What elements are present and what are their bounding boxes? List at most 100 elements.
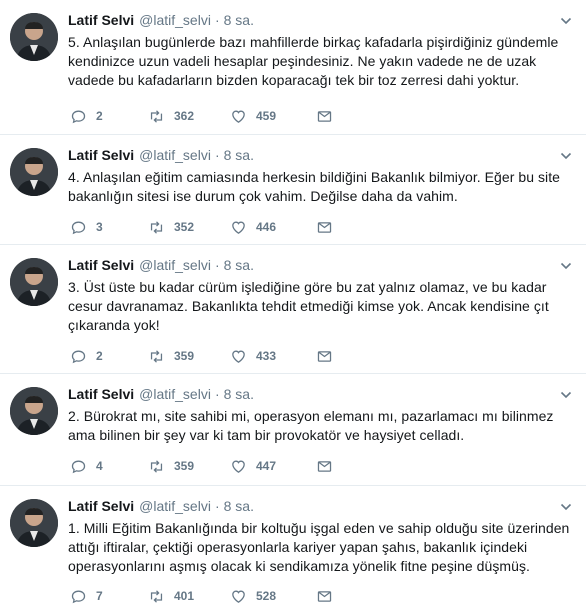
retweet-icon xyxy=(150,459,163,473)
retweet-count: 352 xyxy=(174,220,195,234)
retweet-button[interactable]: 359 xyxy=(148,458,230,475)
tweet-text: 3. Üst üste bu kadar cürüm işlediğine gö… xyxy=(68,279,549,333)
like-count: 459 xyxy=(256,109,277,123)
tweet-text: 4. Anlaşılan eğitim camiasında herkesin … xyxy=(68,169,560,204)
tweet-content: Latif Selvi @latif_selvi · 8 sa. 5. Anla… xyxy=(68,12,572,90)
like-button[interactable]: 528 xyxy=(230,588,316,605)
tweet[interactable]: Latif Selvi @latif_selvi · 8 sa. 1. Mill… xyxy=(0,486,586,616)
user-handle[interactable]: @latif_selvi xyxy=(139,12,211,28)
user-handle[interactable]: @latif_selvi xyxy=(139,498,211,514)
tweet-text: 5. Anlaşılan bugünlerde bazı mahfillerde… xyxy=(68,34,559,88)
avatar[interactable] xyxy=(10,13,58,61)
envelope-icon xyxy=(317,350,332,362)
user-handle[interactable]: @latif_selvi xyxy=(139,386,211,402)
reply-count: 4 xyxy=(96,459,103,473)
chevron-down-icon[interactable] xyxy=(560,15,572,27)
timestamp[interactable]: 8 sa. xyxy=(224,386,254,402)
tweet-content: Latif Selvi @latif_selvi · 8 sa. 1. Mill… xyxy=(68,498,572,576)
reply-button[interactable]: 7 xyxy=(70,588,148,605)
direct-message-button[interactable] xyxy=(316,458,333,475)
reply-icon xyxy=(71,350,86,363)
tweet-header: Latif Selvi @latif_selvi · 8 sa. xyxy=(68,498,572,518)
avatar[interactable] xyxy=(10,499,58,547)
heart-icon xyxy=(232,221,245,234)
timestamp[interactable]: 8 sa. xyxy=(224,12,254,28)
tweet[interactable]: Latif Selvi @latif_selvi · 8 sa. 3. Üst … xyxy=(0,245,586,374)
reply-icon xyxy=(71,110,86,123)
user-name[interactable]: Latif Selvi xyxy=(68,12,134,28)
reply-button[interactable]: 3 xyxy=(70,219,148,236)
retweet-icon xyxy=(150,109,163,123)
tweet-actions: 4 359 447 xyxy=(70,456,333,476)
direct-message-button[interactable] xyxy=(316,108,333,125)
separator: · xyxy=(214,257,220,273)
retweet-button[interactable]: 401 xyxy=(148,588,230,605)
retweet-icon xyxy=(150,220,163,234)
retweet-count: 401 xyxy=(174,589,195,603)
tweet-actions: 2 359 433 xyxy=(70,346,333,366)
avatar[interactable] xyxy=(10,148,58,196)
like-button[interactable]: 446 xyxy=(230,219,316,236)
tweet[interactable]: Latif Selvi @latif_selvi · 8 sa. 5. Anla… xyxy=(0,0,586,135)
like-count: 528 xyxy=(256,589,277,603)
chevron-down-icon[interactable] xyxy=(560,150,572,162)
like-button[interactable]: 447 xyxy=(230,458,316,475)
user-handle[interactable]: @latif_selvi xyxy=(139,147,211,163)
heart-icon xyxy=(232,460,245,473)
chevron-down-icon[interactable] xyxy=(560,389,572,401)
retweet-button[interactable]: 362 xyxy=(148,108,230,125)
retweet-button[interactable]: 359 xyxy=(148,348,230,365)
separator: · xyxy=(214,498,220,514)
like-button[interactable]: 433 xyxy=(230,348,316,365)
reply-button[interactable]: 2 xyxy=(70,108,148,125)
direct-message-button[interactable] xyxy=(316,588,333,605)
tweet-actions: 2 362 459 xyxy=(70,106,333,126)
heart-icon xyxy=(232,110,245,123)
tweet-content: Latif Selvi @latif_selvi · 8 sa. 3. Üst … xyxy=(68,257,572,335)
like-button[interactable]: 459 xyxy=(230,108,316,125)
reply-count: 2 xyxy=(96,109,103,123)
separator: · xyxy=(214,12,220,28)
timestamp[interactable]: 8 sa. xyxy=(224,257,254,273)
avatar[interactable] xyxy=(10,258,58,306)
tweet-feed: Latif Selvi @latif_selvi · 8 sa. 5. Anla… xyxy=(0,0,586,616)
reply-button[interactable]: 4 xyxy=(70,458,148,475)
envelope-icon xyxy=(317,110,332,122)
tweet-header: Latif Selvi @latif_selvi · 8 sa. xyxy=(68,257,572,277)
chevron-down-icon[interactable] xyxy=(560,260,572,272)
tweet-actions: 3 352 446 xyxy=(70,217,333,237)
user-name[interactable]: Latif Selvi xyxy=(68,257,134,273)
reply-icon xyxy=(71,460,86,473)
tweet[interactable]: Latif Selvi @latif_selvi · 8 sa. 4. Anla… xyxy=(0,135,586,245)
tweet[interactable]: Latif Selvi @latif_selvi · 8 sa. 2. Büro… xyxy=(0,374,586,486)
timestamp[interactable]: 8 sa. xyxy=(224,147,254,163)
reply-button[interactable]: 2 xyxy=(70,348,148,365)
retweet-icon xyxy=(150,589,163,603)
like-count: 433 xyxy=(256,349,277,363)
direct-message-button[interactable] xyxy=(316,348,333,365)
direct-message-button[interactable] xyxy=(316,219,333,236)
user-handle[interactable]: @latif_selvi xyxy=(139,257,211,273)
user-name[interactable]: Latif Selvi xyxy=(68,147,134,163)
timestamp[interactable]: 8 sa. xyxy=(224,498,254,514)
heart-icon xyxy=(232,350,245,363)
tweet-content: Latif Selvi @latif_selvi · 8 sa. 4. Anla… xyxy=(68,147,572,206)
user-name[interactable]: Latif Selvi xyxy=(68,498,134,514)
heart-icon xyxy=(232,590,245,603)
tweet-header: Latif Selvi @latif_selvi · 8 sa. xyxy=(68,386,572,406)
envelope-icon xyxy=(317,590,332,602)
user-name[interactable]: Latif Selvi xyxy=(68,386,134,402)
reply-count: 3 xyxy=(96,220,103,234)
tweet-actions: 7 401 528 xyxy=(70,586,333,606)
separator: · xyxy=(214,147,220,163)
retweet-count: 359 xyxy=(174,459,195,473)
tweet-header: Latif Selvi @latif_selvi · 8 sa. xyxy=(68,12,572,32)
like-count: 447 xyxy=(256,459,277,473)
envelope-icon xyxy=(317,221,332,233)
avatar[interactable] xyxy=(10,387,58,435)
reply-count: 7 xyxy=(96,589,103,603)
reply-count: 2 xyxy=(96,349,103,363)
chevron-down-icon[interactable] xyxy=(560,501,572,513)
retweet-button[interactable]: 352 xyxy=(148,219,230,236)
retweet-icon xyxy=(150,349,163,363)
